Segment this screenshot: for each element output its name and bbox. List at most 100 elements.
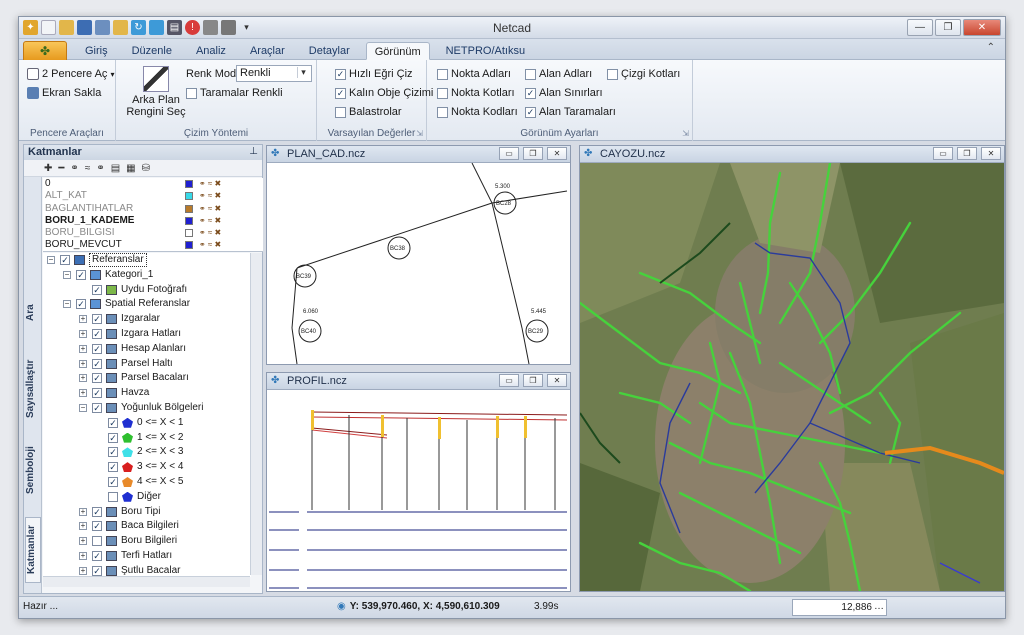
layer-row[interactable]: BAGLANTIHATLAR ⚭ ≈ ✖ [43,203,263,215]
tree-checkbox[interactable]: ✓ [92,506,102,517]
layer-state-icons[interactable]: ⚭ ≈ ✖ [199,239,221,251]
tree-checkbox[interactable]: ✓ [92,343,102,354]
tab-2[interactable]: Analiz [188,42,234,60]
tree-checkbox[interactable]: ✓ [92,358,102,369]
satellite-map[interactable] [578,161,1005,593]
balastrolar-checkbox[interactable]: Balastrolar [335,106,402,118]
hizli-egri-checkbox[interactable]: ✓ Hızlı Eğri Çiz [335,68,413,80]
close-button[interactable]: ✕ [547,374,567,387]
tree-node[interactable]: + ✓ Terfi Hatları [43,549,251,564]
renk-modu-select[interactable]: Renkli [236,65,312,82]
alan-adlari-checkbox[interactable]: Alan Adları [525,68,592,80]
tree-checkbox[interactable]: ✓ [60,255,70,265]
tab-0[interactable]: Giriş [77,42,116,60]
lock-icon[interactable]: ≈ [85,163,91,174]
scale-field[interactable]: 12,886 … [792,599,887,616]
expand-icon[interactable]: + [79,566,87,575]
collapse-icon[interactable]: − [63,300,71,309]
tree-node[interactable]: + ✓ Hesap Alanları [43,342,251,357]
pin-icon[interactable]: ⊥ [249,146,258,157]
file-menu-button[interactable]: ✤ [23,41,67,60]
side-tab-sayisallastir[interactable]: Sayısallaştır [25,347,41,431]
tree-node[interactable]: − ✓ Yoğunluk Bölgeleri [43,401,251,416]
maximize-button[interactable]: ❐ [935,19,961,36]
tree-checkbox[interactable]: ✓ [92,314,102,325]
tree-node[interactable]: ✓ 4 <= X < 5 [43,475,251,490]
close-button[interactable]: ✕ [547,147,567,160]
tree-scrollbar[interactable] [250,253,262,575]
expand-icon[interactable]: + [79,537,87,546]
tree-node[interactable]: + ✓ Izgaralar [43,312,251,327]
freeze-icon[interactable]: ⚭ [96,163,104,174]
cizgi-kotlari-checkbox[interactable]: Çizgi Kotları [607,68,680,80]
tab-5[interactable]: Görünüm [365,42,430,60]
layer-settings-icon[interactable]: ▦ [126,163,135,174]
tree-node[interactable]: − ✓ Referanslar [43,253,251,268]
restore-button[interactable]: ❐ [523,374,543,387]
tree-checkbox[interactable]: ✓ [108,417,118,428]
expand-icon[interactable]: + [79,507,87,516]
expand-icon[interactable]: + [79,315,87,324]
collapse-icon[interactable]: − [63,270,71,279]
collapse-icon[interactable]: − [79,403,87,412]
more-icon[interactable]: … [874,601,884,612]
tab-1[interactable]: Düzenle [124,42,180,60]
tree-node[interactable]: − ✓ Kategori_1 [43,268,251,283]
side-tab-semboloji[interactable]: Semboloji [25,439,41,501]
two-windows-button[interactable]: 2 Pencere Aç ▾ [27,68,114,80]
tree-node[interactable]: + ✓ Parsel Bacaları [43,371,251,386]
save-screen-button[interactable]: Ekran Sakla [27,87,101,99]
remove-layer-icon[interactable]: ━ [58,163,64,174]
tree-node[interactable]: + ✓ Havza [43,386,251,401]
tree-node[interactable]: ✓ 0 <= X < 1 [43,416,251,431]
layer-color-swatch[interactable] [185,216,193,225]
tree-checkbox[interactable]: ✓ [92,388,102,399]
add-layer-icon[interactable]: ✚ [44,163,52,174]
properties-icon[interactable]: ▤ [111,163,120,174]
layer-state-icons[interactable]: ⚭ ≈ ✖ [199,227,221,239]
expand-icon[interactable]: + [79,389,87,398]
tree-checkbox[interactable]: ✓ [92,373,102,384]
layer-row[interactable]: BORU_MEVCUT ⚭ ≈ ✖ [43,239,263,251]
tree-node[interactable]: + ✓ Şutlu Bacalar [43,564,251,577]
tree-node[interactable]: + ✓ Parsel Haltı [43,357,251,372]
visibility-icon[interactable]: ⚭ [70,163,78,174]
layer-row[interactable]: 0 ⚭ ≈ ✖ [43,178,263,190]
tree-checkbox[interactable]: ✓ [108,476,118,487]
dialog-launcher-icon[interactable]: ⇲ [682,129,689,138]
tree-node[interactable]: ✓ Uydu Fotoğrafı [43,283,251,298]
tree-checkbox[interactable]: ✓ [92,402,102,413]
tree-checkbox[interactable]: ✓ [108,432,118,443]
close-button[interactable]: ✕ [963,19,1001,36]
tree-node[interactable]: ✓ 3 <= X < 4 [43,460,251,475]
minimize-button[interactable]: ▭ [499,147,519,160]
collapse-icon[interactable]: − [47,256,55,264]
tree-checkbox[interactable]: ✓ [92,550,102,561]
tree-node[interactable]: ✓ 2 <= X < 3 [43,445,251,460]
tab-3[interactable]: Araçlar [242,42,293,60]
layer-row[interactable]: BORU_BILGISI ⚭ ≈ ✖ [43,227,263,239]
side-tab-katmanlar[interactable]: Katmanlar [25,517,41,583]
restore-button[interactable]: ❐ [957,147,977,160]
layer-state-icons[interactable]: ⚭ ≈ ✖ [199,215,221,227]
layer-row[interactable]: ALT_KAT ⚭ ≈ ✖ [43,190,263,202]
nokta-adlari-checkbox[interactable]: Nokta Adları [437,68,511,80]
expand-icon[interactable]: + [79,344,87,353]
expand-icon[interactable]: + [79,522,87,531]
expand-icon[interactable]: + [79,374,87,383]
tree-checkbox[interactable]: ✓ [92,565,102,576]
tab-4[interactable]: Detaylar [301,42,358,60]
nokta-kodlari-checkbox[interactable]: Nokta Kodları [437,106,518,118]
alan-sinirlari-checkbox[interactable]: ✓ Alan Sınırları [525,87,603,99]
restore-button[interactable]: ❐ [523,147,543,160]
layer-color-swatch[interactable] [185,204,193,213]
tree-node[interactable]: − ✓ Spatial Referanslar [43,297,251,312]
layer-row[interactable]: BORU_1_KADEME ⚭ ≈ ✖ [43,215,263,227]
nokta-kotlari-checkbox[interactable]: Nokta Kotları [437,87,515,99]
expand-icon[interactable]: + [79,329,87,338]
tree-checkbox[interactable]: ✓ [92,521,102,532]
layer-color-swatch[interactable] [185,192,193,201]
tree-node[interactable]: ✓ 1 <= X < 2 [43,431,251,446]
tree-checkbox[interactable]: ✓ [92,284,102,295]
layer-color-swatch[interactable] [185,180,193,188]
